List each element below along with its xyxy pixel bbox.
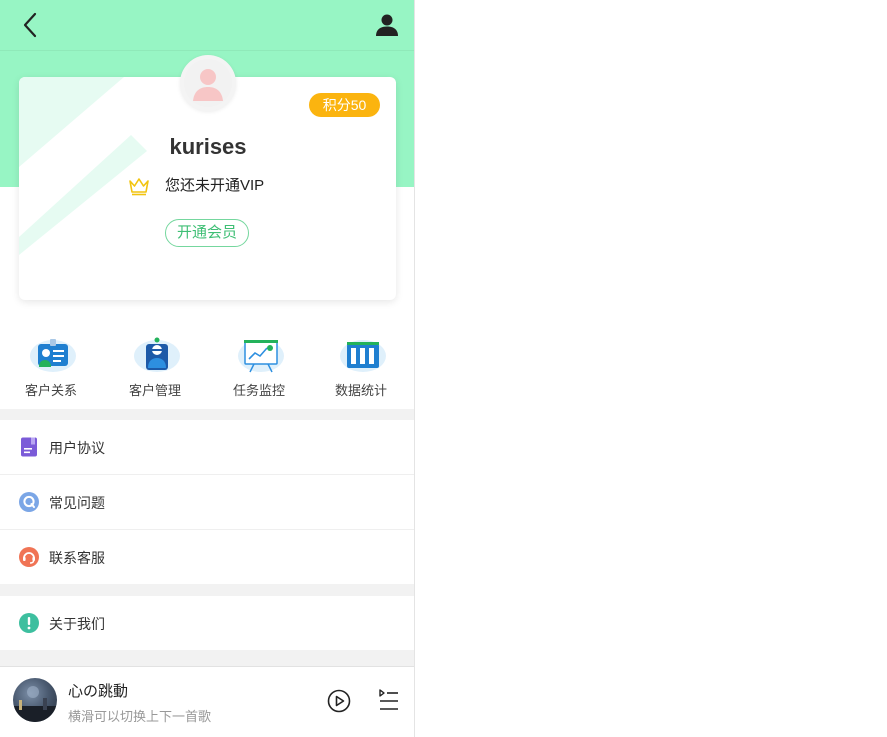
crown-icon	[129, 178, 149, 196]
menu-item-about-us[interactable]: 关于我们	[0, 596, 414, 650]
album-cover[interactable]	[13, 678, 57, 722]
avatar-placeholder-icon	[184, 59, 232, 107]
customer-profile-icon	[134, 337, 180, 372]
shortcut-label: 客户管理	[128, 383, 181, 398]
user-profile-button[interactable]	[374, 12, 400, 38]
album-cover-art	[13, 686, 57, 722]
id-card-icon	[30, 339, 76, 372]
user-icon	[376, 14, 398, 36]
back-button[interactable]	[18, 10, 46, 40]
customer-service-icon	[19, 547, 39, 567]
shortcut-label: 数据统计	[334, 383, 387, 398]
shortcut-customer-relations[interactable]: 客户关系	[6, 334, 96, 400]
chevron-left-icon	[23, 12, 37, 38]
document-icon	[21, 437, 37, 457]
shortcut-label: 客户关系	[24, 383, 77, 398]
vip-status-row: 您还未开通VIP	[128, 174, 328, 198]
presentation-board-icon	[238, 340, 284, 373]
menu-item-label: 用户协议	[49, 440, 105, 456]
play-circle-icon	[327, 689, 351, 713]
shortcut-customer-management[interactable]: 客户管理	[110, 334, 200, 400]
play-button[interactable]	[327, 689, 351, 713]
question-icon	[19, 492, 39, 512]
menu-item-label: 联系客服	[49, 550, 105, 566]
phone-screen: 积分50 kurises 您还未开通VIP 开通会员 客户关系 客户管理 任务监…	[0, 0, 414, 737]
open-membership-button[interactable]: 开通会员	[165, 219, 249, 247]
song-title: 心の跳動	[68, 683, 129, 700]
shortcut-data-statistics[interactable]: 数据统计	[316, 334, 406, 400]
shortcut-label: 任务监控	[232, 383, 285, 398]
avatar[interactable]	[180, 55, 236, 111]
username: kurises	[169, 134, 247, 159]
data-columns-icon	[340, 340, 386, 372]
song-hint: 横滑可以切换上下一首歌	[68, 709, 212, 724]
mini-music-player[interactable]: 心の跳動 横滑可以切换上下一首歌	[0, 666, 414, 737]
menu-item-label: 关于我们	[49, 616, 105, 632]
playlist-icon	[379, 689, 398, 710]
points-badge[interactable]: 积分50	[309, 93, 380, 117]
menu-item-user-agreement[interactable]: 用户协议	[0, 420, 414, 475]
menu-group-main: 用户协议 常见问题 联系客服	[0, 420, 414, 584]
menu-item-label: 常见问题	[49, 495, 105, 511]
playlist-button[interactable]	[377, 689, 401, 713]
menu-item-faq[interactable]: 常见问题	[0, 475, 414, 530]
top-nav-bar	[0, 0, 414, 51]
shortcut-task-monitoring[interactable]: 任务监控	[214, 334, 304, 400]
vip-status-text: 您还未开通VIP	[165, 177, 265, 194]
info-icon	[19, 613, 39, 633]
menu-group-about: 关于我们	[0, 596, 414, 650]
menu-item-contact-support[interactable]: 联系客服	[0, 530, 414, 584]
